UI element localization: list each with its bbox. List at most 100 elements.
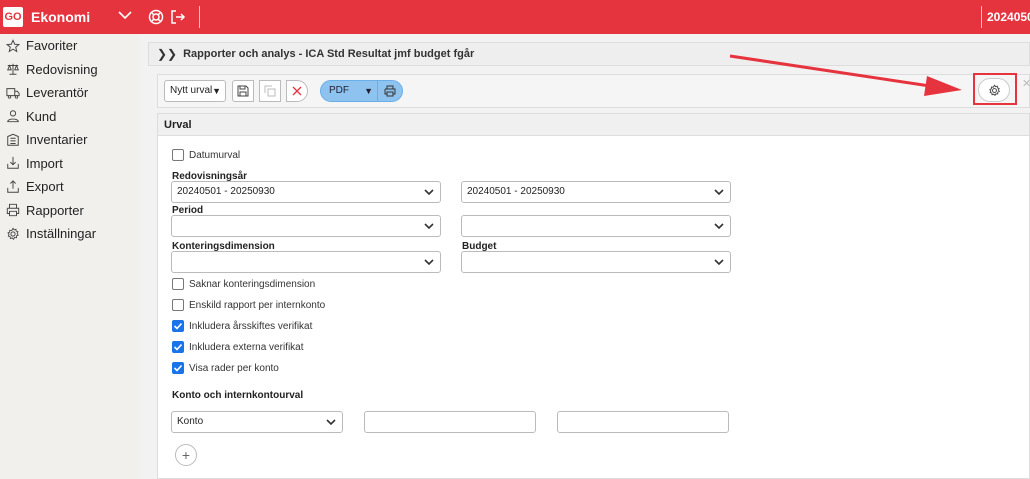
visa-rader-per-konto-checkbox[interactable]: Visa rader per konto [172,362,279,374]
lifebuoy-icon[interactable] [148,9,164,28]
scale-icon [7,64,19,75]
topbar-divider [199,6,200,28]
chevron-down-icon [326,413,336,439]
redovisningsar-from-select[interactable]: 20240501 - 20250930 [171,181,441,203]
sidebar-item-label: Leverantör [26,85,89,101]
sidebar-item-redovisning[interactable]: Redovisning [0,58,140,82]
sidebar-item-label: Favoriter [26,38,78,54]
sidebar-item-leverantor[interactable]: Leverantör [0,81,140,105]
topbar-divider [981,6,982,28]
checkbox-box [172,278,184,290]
sidebar-item-rapporter[interactable]: Rapporter [0,199,140,223]
add-row-button[interactable]: + [175,444,197,466]
chevron-down-icon [424,183,434,209]
period-to-select[interactable] [461,215,731,237]
checkbox-label: Inkludera externa verifikat [189,341,304,353]
sidebar-item-label: Inställningar [26,226,97,242]
enskild-rapport-checkbox[interactable]: Enskild rapport per internkonto [172,299,325,311]
sidebar-item-label: Kund [26,108,57,124]
checkbox-box [172,299,184,311]
close-icon [292,86,302,96]
chevron-down-icon [714,253,724,279]
checkbox-box [172,320,184,332]
checkbox-label: Datumurval [189,149,241,161]
checkmark-icon [173,343,183,351]
print-button[interactable] [377,80,403,102]
go-logo: GO [3,7,23,27]
checkbox-box [172,149,184,161]
checkbox-label: Saknar konteringsdimension [189,278,316,290]
chevron-down-icon [424,253,434,279]
sidebar-item-label: Redovisning [26,61,98,77]
user-icon [7,110,19,123]
page-title: Rapporter och analys - ICA Std Resultat … [183,48,475,60]
save-icon [237,85,249,97]
period-from-select[interactable] [171,215,441,237]
chevron-down-icon[interactable] [117,7,133,26]
chevron-down-icon: ▼ [364,86,373,96]
sidebar-item-installningar[interactable]: Inställningar [0,222,140,246]
konto-internkonto-label: Konto och internkontourval [172,390,304,401]
sidebar-item-favoriter[interactable]: Favoriter [0,34,140,58]
selection-dropdown[interactable]: Nytt urval ▼ [164,80,226,102]
sidebar-item-label: Export [26,179,64,195]
logout-icon[interactable] [170,9,186,28]
konto-select[interactable]: Konto [171,411,343,433]
chevron-down-icon [714,183,724,209]
printer-icon [384,85,396,97]
truck-icon [6,87,20,99]
copy-button[interactable] [259,80,281,102]
sidebar-item-inventarier[interactable]: Inventarier [0,128,140,152]
sidebar-item-label: Inventarier [26,132,88,148]
datumurval-checkbox[interactable]: Datumurval [172,149,240,161]
sidebar-item-import[interactable]: Import [0,152,140,176]
arsskiftes-verifikat-checkbox[interactable]: Inkludera årsskiftes verifikat [172,320,312,332]
format-value: PDF [329,85,349,96]
import-icon [7,157,19,169]
redovisningsar-to-select[interactable]: 20240501 - 20250930 [461,181,731,203]
main-content: ❯❯ Rapporter och analys - ICA Std Result… [148,42,1030,479]
plus-icon: + [181,447,191,463]
checkbox-box [172,362,184,374]
chevron-down-icon [424,217,434,243]
checkbox-label: Visa rader per konto [189,362,279,374]
report-toolbar: Nytt urval ▼ PDF ▼ ✕ [157,73,1030,108]
externa-verifikat-checkbox[interactable]: Inkludera externa verifikat [172,341,304,353]
breadcrumb: ❯❯ Rapporter och analys - ICA Std Result… [148,42,1030,66]
delete-button[interactable] [286,80,308,102]
period-selector[interactable]: 20240501 [987,10,1030,24]
star-icon [6,38,20,53]
saknar-konteringsdimension-checkbox[interactable]: Saknar konteringsdimension [172,278,315,290]
close-icon[interactable]: ✕ [1022,77,1030,90]
printer-icon [6,204,20,217]
select-value: Konto [177,416,204,427]
building-icon [7,133,19,146]
gear-icon [988,83,1000,96]
select-value: 20240501 - 20250930 [177,186,275,197]
chevron-down-icon [714,217,724,243]
checkbox-box [172,341,184,353]
top-bar: GO Ekonomi 20240501 [0,0,1030,34]
format-dropdown[interactable]: PDF ▼ [320,80,378,102]
selection-panel: Urval Datumurval Redovisningsår 20240501… [157,113,1030,479]
settings-button[interactable] [978,78,1010,102]
panel-title: Urval [158,114,1029,136]
sidebar-item-kund[interactable]: Kund [0,105,140,129]
selection-value: Nytt urval [170,85,213,96]
save-button[interactable] [232,80,254,102]
double-chevron-right-icon[interactable]: ❯❯ [157,47,177,61]
select-value: 20240501 - 20250930 [467,186,565,197]
budget-select[interactable] [461,251,731,273]
app-name[interactable]: Ekonomi [31,9,90,25]
sidebar-item-label: Import [26,155,63,171]
checkmark-icon [173,322,183,330]
gear-icon [7,227,19,240]
sidebar-item-label: Rapporter [26,202,84,218]
konto-from-input[interactable] [364,411,536,433]
konto-to-input[interactable] [557,411,729,433]
sidebar: Favoriter Redovisning Leverantör Kund In… [0,34,140,479]
export-icon [7,179,19,193]
sidebar-item-export[interactable]: Export [0,175,140,199]
checkbox-label: Enskild rapport per internkonto [189,299,326,311]
konteringsdimension-select[interactable] [171,251,441,273]
